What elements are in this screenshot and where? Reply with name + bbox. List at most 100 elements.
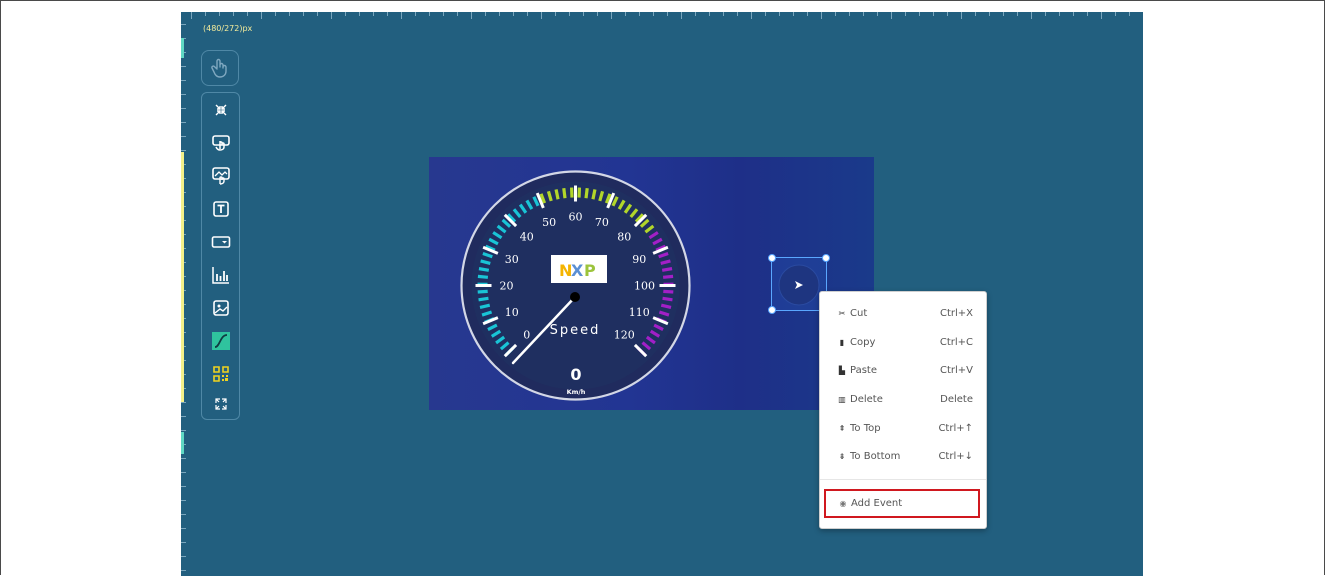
menu-item-label: Copy [850, 336, 876, 348]
ruler-tick [443, 12, 444, 16]
speedometer-gauge[interactable]: 0 10 20 30 40 50 60 70 80 90 100 110 120… [459, 169, 692, 402]
resize-handle-bottom-left[interactable] [768, 306, 776, 314]
ruler-tick [905, 12, 906, 16]
menu-item-shortcut: Ctrl+V [939, 364, 973, 376]
ruler-tick [1059, 12, 1060, 16]
ruler-marker [181, 242, 184, 402]
ruler-tick [583, 12, 584, 16]
gauge-band-segment [663, 289, 674, 294]
qrcode-widget-icon[interactable] [210, 363, 231, 384]
ruler-tick [181, 80, 186, 81]
ruler-tick [541, 12, 542, 19]
ruler-tick [681, 12, 682, 19]
gauge-title: Speed [550, 323, 601, 338]
ruler-tick [181, 486, 186, 487]
ruler-tick [401, 12, 402, 19]
ruler-tick [191, 12, 192, 19]
gauge-band-segment [554, 189, 560, 200]
ruler-tick [975, 12, 976, 16]
ruler-tick [359, 12, 360, 16]
menu-item-shortcut: Delete [940, 393, 973, 405]
tick-label-70: 70 [595, 216, 609, 229]
ruler-tick [947, 12, 948, 16]
ruler-tick [1017, 12, 1018, 16]
ruler-tick [373, 12, 374, 16]
ruler-tick [989, 12, 990, 16]
ruler-tick [1031, 12, 1032, 19]
gauge-band-segment [662, 274, 674, 279]
slider-widget-icon[interactable] [210, 330, 231, 351]
tick-label-60: 60 [569, 211, 583, 224]
ruler-tick [233, 12, 234, 16]
tick-label-110: 110 [629, 306, 650, 319]
ruler-tick [429, 12, 430, 16]
tick-label-0: 0 [523, 328, 530, 341]
resize-handle-top-right[interactable] [822, 254, 830, 262]
menu-item-copy[interactable]: ▮ Copy Ctrl+C [820, 331, 986, 353]
ruler-tick [709, 12, 710, 16]
gauge-band-segment [478, 296, 489, 302]
menu-item-add-event[interactable]: ◉ Add Event [824, 489, 980, 518]
trash-icon: ▥ [838, 394, 846, 404]
ruler-tick [345, 12, 346, 16]
gauge-band-segment [584, 188, 589, 199]
image-button-widget-icon[interactable] [210, 165, 231, 186]
ruler-tick [415, 12, 416, 16]
ruler-tick [457, 12, 458, 16]
ruler-tick [695, 12, 696, 16]
dropdown-widget-icon[interactable] [210, 231, 231, 252]
ruler-tick [471, 12, 472, 19]
ruler-tick [275, 12, 276, 16]
menu-item-label: To Bottom [850, 450, 901, 462]
ruler-tick [863, 12, 864, 16]
menu-item-label: Delete [850, 393, 883, 405]
menu-item-to-top[interactable]: ⇞ To Top Ctrl+↑ [820, 417, 986, 439]
menu-item-delete[interactable]: ▥ Delete Delete [820, 388, 986, 410]
ruler-tick [611, 12, 612, 19]
gauge-band-segment [478, 267, 490, 272]
ruler-tick [181, 500, 186, 501]
gauge-band-segment [477, 289, 488, 294]
ruler-tick [181, 430, 186, 431]
gauge-band-segment [660, 303, 672, 310]
resolution-label: (480/272)px [203, 24, 253, 33]
menu-item-to-bottom[interactable]: ⇟ To Bottom Ctrl+↓ [820, 445, 986, 467]
ruler-tick [751, 12, 752, 19]
hand-icon [211, 58, 227, 78]
chart-widget-icon[interactable] [210, 264, 231, 285]
ruler-marker [181, 432, 184, 454]
pan-tool-button[interactable] [201, 50, 239, 86]
arrow-bottom-icon: ⇟ [838, 451, 846, 461]
widget-toolbar [201, 92, 240, 420]
svg-text:P: P [584, 261, 596, 280]
ruler-tick [181, 122, 186, 123]
ruler-tick [181, 94, 186, 95]
gauge-band-segment [479, 303, 491, 310]
ruler-tick [1087, 12, 1088, 16]
menu-divider [820, 479, 986, 480]
expand-icon[interactable] [210, 393, 231, 414]
context-menu: ✂ Cut Ctrl+X ▮ Copy Ctrl+C ▙ Paste Ctrl+… [819, 291, 987, 529]
arrow-top-icon: ⇞ [838, 423, 846, 433]
ruler-tick [597, 12, 598, 16]
scissors-icon: ✂ [838, 308, 846, 318]
gauge-band-segment [562, 188, 567, 199]
svg-text:X: X [571, 261, 584, 280]
design-canvas[interactable]: (480/272)px 0 10 20 30 40 50 60 70 80 90… [181, 12, 1143, 576]
image-widget-icon[interactable] [210, 297, 231, 318]
resize-handle-top-left[interactable] [768, 254, 776, 262]
ruler-tick [181, 416, 186, 417]
ruler-tick [779, 12, 780, 16]
ruler-tick [181, 514, 186, 515]
ruler-tick [835, 12, 836, 16]
nxp-logo: N X P [551, 255, 607, 283]
collapse-icon[interactable] [210, 99, 231, 120]
menu-item-paste[interactable]: ▙ Paste Ctrl+V [820, 359, 986, 381]
text-widget-icon[interactable] [210, 198, 231, 219]
menu-item-shortcut: Ctrl+↑ [938, 422, 973, 434]
ruler-tick [961, 12, 962, 19]
ruler-tick [569, 12, 570, 16]
button-widget-icon[interactable] [210, 132, 231, 153]
paste-icon: ▙ [838, 365, 846, 375]
menu-item-cut[interactable]: ✂ Cut Ctrl+X [820, 302, 986, 324]
